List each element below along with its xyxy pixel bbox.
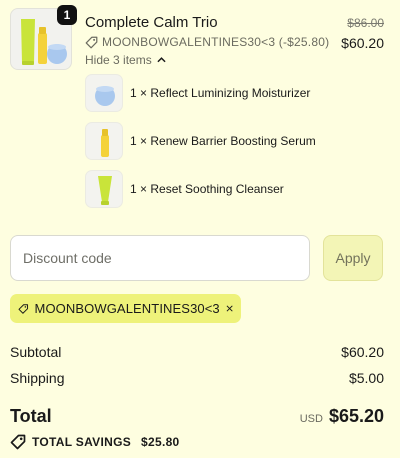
bundle-item-thumbnail <box>85 170 123 208</box>
applied-code-text: MOONBOWGALENTINES30<3 <box>34 301 220 316</box>
total-row: Total USD $65.20 <box>10 406 384 427</box>
apply-discount-button[interactable]: Apply <box>323 235 383 281</box>
discount-line-text: MOONBOWGALENTINES30<3 (-$25.80) <box>102 35 330 49</box>
total-value: $65.20 <box>328 406 384 426</box>
chevron-up-icon <box>157 57 166 63</box>
total-label: Total <box>10 406 52 426</box>
serum-bottle-icon <box>101 129 109 157</box>
subtotal-label: Subtotal <box>10 344 62 360</box>
bundle-item-label: 1 × Reset Soothing Cleanser <box>130 182 284 196</box>
discounted-price: $60.20 <box>341 35 384 51</box>
product-thumbnail: 1 <box>10 5 77 70</box>
cart-line-item: 1 Complete Calm Trio MOONBOWGALENTINES30… <box>10 5 390 72</box>
shipping-value: $5.00 <box>348 370 384 386</box>
bundle-item-label: 1 × Reflect Luminizing Moisturizer <box>130 86 311 100</box>
discount-code-input[interactable] <box>10 235 310 281</box>
savings-label: TOTAL SAVINGS <box>32 435 132 449</box>
subtotal-row: Subtotal $60.20 <box>10 344 384 360</box>
bundle-item: 1 × Renew Barrier Boosting Serum <box>85 121 385 161</box>
tag-icon <box>18 303 29 314</box>
currency-code: USD <box>299 413 323 425</box>
moisturizer-jar-icon <box>95 86 115 106</box>
cleanser-tube-icon <box>98 176 112 205</box>
total-savings: TOTAL SAVINGS $25.80 <box>10 434 180 450</box>
original-price: $86.00 <box>347 16 384 30</box>
shipping-label: Shipping <box>10 370 65 386</box>
bundle-item: 1 × Reset Soothing Cleanser <box>85 169 385 209</box>
bundle-item-thumbnail <box>85 74 123 112</box>
quantity-badge: 1 <box>57 5 77 25</box>
bundle-item-label: 1 × Renew Barrier Boosting Serum <box>130 134 316 148</box>
subtotal-value: $60.20 <box>341 344 384 360</box>
total-amount: USD $65.20 <box>300 406 384 427</box>
shipping-row: Shipping $5.00 <box>10 370 384 386</box>
product-title: Complete Calm Trio <box>85 14 218 31</box>
applied-discount-line: MOONBOWGALENTINES30<3 (-$25.80) <box>85 35 329 49</box>
hide-items-toggle[interactable]: Hide 3 items <box>85 53 166 67</box>
tag-icon <box>85 36 98 48</box>
savings-value: $25.80 <box>141 435 180 449</box>
remove-code-close-icon[interactable] <box>226 303 233 314</box>
applied-code-chip: MOONBOWGALENTINES30<3 <box>10 294 241 323</box>
hide-items-label: Hide 3 items <box>85 53 152 67</box>
bundle-item: 1 × Reflect Luminizing Moisturizer <box>85 73 385 113</box>
tag-icon <box>10 434 26 450</box>
bundle-item-thumbnail <box>85 122 123 160</box>
